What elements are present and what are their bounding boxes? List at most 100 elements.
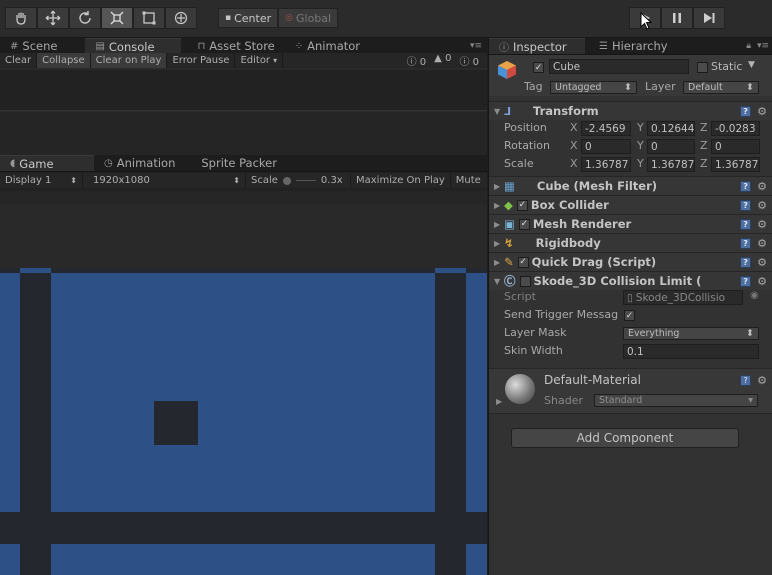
box-collider-icon: ◆ xyxy=(504,198,513,212)
tab-console[interactable]: ▤ Console xyxy=(85,38,182,54)
resolution-dropdown[interactable]: 1920x1080 ⬍ xyxy=(83,173,246,188)
scale-slider[interactable]: Scale 0.3x xyxy=(246,173,351,188)
skode-collision-header[interactable]: ▼ Ⓒ Skode_3D Collision Limit ( ? ⚙ xyxy=(489,271,772,290)
info-toggle[interactable]: ⓘ 0 xyxy=(407,53,427,68)
help-icon[interactable]: ? xyxy=(740,218,752,230)
game-view[interactable] xyxy=(0,268,487,575)
warning-toggle[interactable]: ▲ 0 xyxy=(434,53,451,68)
panel-menu-icon[interactable]: ▾≡ xyxy=(470,41,482,51)
rotate-tool-icon[interactable] xyxy=(69,7,101,29)
scale-z-field[interactable]: 1.36787 xyxy=(711,157,760,172)
gear-icon[interactable]: ⚙ xyxy=(757,275,767,288)
game-cube[interactable] xyxy=(154,401,198,445)
slider-thumb[interactable] xyxy=(282,176,291,185)
clear-on-play-toggle[interactable]: Clear on Play xyxy=(90,53,168,68)
scale-y-field[interactable]: 1.36787 xyxy=(647,157,695,172)
pacman-icon: ◖ xyxy=(10,158,16,169)
maximize-on-play-toggle[interactable]: Maximize On Play xyxy=(351,173,451,188)
skin-width-field[interactable]: 0.1 xyxy=(623,344,759,359)
add-component-button[interactable]: Add Component xyxy=(511,428,739,448)
help-icon[interactable]: ? xyxy=(740,375,752,386)
material-sphere-icon xyxy=(505,374,535,404)
tab-game[interactable]: ◖ Game xyxy=(0,155,94,171)
skode-checkbox[interactable] xyxy=(519,275,531,287)
gear-icon[interactable]: ⚙ xyxy=(757,218,767,231)
pivot-global-toggle[interactable]: ◎ Global xyxy=(278,8,339,28)
console-detail-area[interactable] xyxy=(0,112,487,155)
rotation-x-field[interactable]: 0 xyxy=(581,139,631,154)
move-tool-icon[interactable] xyxy=(37,7,69,29)
pause-button[interactable] xyxy=(661,7,693,29)
rect-tool-icon[interactable] xyxy=(133,7,165,29)
tab-sprite-packer[interactable]: Sprite Packer xyxy=(191,155,287,171)
mute-toggle[interactable]: Mute xyxy=(451,173,486,188)
bag-icon: ⊓ xyxy=(197,40,206,52)
lock-icon[interactable]: 🔒︎ xyxy=(746,41,751,51)
transform-fields: Position X -2.4569 Y 0.12644 Z -0.0283 R… xyxy=(489,120,772,174)
tag-dropdown[interactable]: Untagged ⬍ xyxy=(550,81,637,94)
position-y-field[interactable]: 0.12644 xyxy=(647,121,695,136)
quick-drag-checkbox[interactable]: ✓ xyxy=(517,256,529,268)
position-z-field[interactable]: -0.0283 xyxy=(711,121,760,136)
help-icon[interactable]: ? xyxy=(740,256,752,268)
rotation-y-field[interactable]: 0 xyxy=(647,139,695,154)
mesh-renderer-header[interactable]: ▶ ▣ ✓ Mesh Renderer ? ⚙ xyxy=(489,214,772,233)
gear-icon[interactable]: ⚙ xyxy=(757,374,767,387)
static-dropdown-icon[interactable]: ▼ xyxy=(748,60,755,70)
mesh-renderer-checkbox[interactable]: ✓ xyxy=(518,218,530,230)
active-checkbox[interactable]: ✓ xyxy=(533,62,544,73)
gear-icon[interactable]: ⚙ xyxy=(757,180,767,193)
pivot-center-toggle[interactable]: ▪ Center xyxy=(218,8,279,28)
send-trigger-checkbox[interactable]: ✓ xyxy=(624,310,635,321)
clear-button[interactable]: Clear xyxy=(0,53,38,68)
display-dropdown[interactable]: Display 1 ⬍ xyxy=(0,173,83,188)
gear-icon[interactable]: ⚙ xyxy=(757,105,767,118)
object-picker-icon[interactable]: ◉ xyxy=(750,290,759,301)
help-icon[interactable]: ? xyxy=(740,237,752,249)
help-icon[interactable]: ? xyxy=(740,105,752,117)
transform-tool-icon[interactable] xyxy=(165,7,197,29)
box-collider-checkbox[interactable]: ✓ xyxy=(516,199,528,211)
editor-dropdown[interactable]: Editor ▾ xyxy=(235,53,284,68)
collapse-toggle[interactable]: Collapse xyxy=(37,53,91,68)
transform-icon: ⅃ xyxy=(504,104,512,118)
gear-icon[interactable]: ⚙ xyxy=(757,237,767,250)
transform-header[interactable]: ▼ ⅃ Transform ? ⚙ xyxy=(489,101,772,120)
help-icon[interactable]: ? xyxy=(740,180,752,192)
scale-tool-icon[interactable] xyxy=(101,7,133,29)
slider-track xyxy=(295,180,316,181)
panel-menu-icon[interactable]: ▾≡ xyxy=(757,41,769,51)
tab-hierarchy[interactable]: ☰ Hierarchy xyxy=(589,38,678,54)
tab-animation[interactable]: ◷ Animation xyxy=(94,155,185,171)
layer-mask-dropdown[interactable]: Everything ⬍ xyxy=(623,327,759,340)
rotation-z-field[interactable]: 0 xyxy=(711,139,760,154)
static-checkbox[interactable] xyxy=(697,62,708,73)
tab-scene[interactable]: # Scene xyxy=(0,38,67,54)
gear-icon[interactable]: ⚙ xyxy=(757,256,767,269)
tab-asset-store[interactable]: ⊓ Asset Store xyxy=(187,38,284,54)
hand-tool-icon[interactable] xyxy=(5,7,37,29)
console-log-area[interactable] xyxy=(0,70,487,111)
inspector-tabbar: ⓘ Inspector ☰ Hierarchy 🔒︎ ▾≡ xyxy=(489,38,772,55)
position-x-field[interactable]: -2.4569 xyxy=(581,121,631,136)
object-name-field[interactable]: Cube xyxy=(549,59,689,74)
rigidbody-header[interactable]: ▶ ↯ Rigidbody ? ⚙ xyxy=(489,233,772,252)
quick-drag-header[interactable]: ▶ ✎ ✓ Quick Drag (Script) ? ⚙ xyxy=(489,252,772,271)
help-icon[interactable]: ? xyxy=(740,275,752,287)
layer-dropdown[interactable]: Default ⬍ xyxy=(683,81,759,94)
dropdown-arrow-icon: ⬍ xyxy=(746,328,754,339)
error-toggle[interactable]: ⓘ 0 xyxy=(459,53,479,68)
step-button[interactable] xyxy=(693,7,725,29)
box-collider-header[interactable]: ▶ ◆ ✓ Box Collider ? ⚙ xyxy=(489,195,772,214)
game-wall xyxy=(0,273,20,512)
mesh-filter-header[interactable]: ▶ ▦ Cube (Mesh Filter) ? ⚙ xyxy=(489,176,772,195)
scale-x-field[interactable]: 1.36787 xyxy=(581,157,631,172)
expand-arrow-icon[interactable]: ▶ xyxy=(496,397,502,406)
tag-label: Tag xyxy=(524,80,543,93)
tab-animator[interactable]: ⁘ Animator xyxy=(285,38,370,54)
shader-dropdown[interactable]: Standard ▾ xyxy=(594,394,758,407)
tab-inspector[interactable]: ⓘ Inspector xyxy=(489,38,585,54)
help-icon[interactable]: ? xyxy=(740,199,752,211)
error-pause-toggle[interactable]: Error Pause xyxy=(167,53,236,68)
gear-icon[interactable]: ⚙ xyxy=(757,199,767,212)
